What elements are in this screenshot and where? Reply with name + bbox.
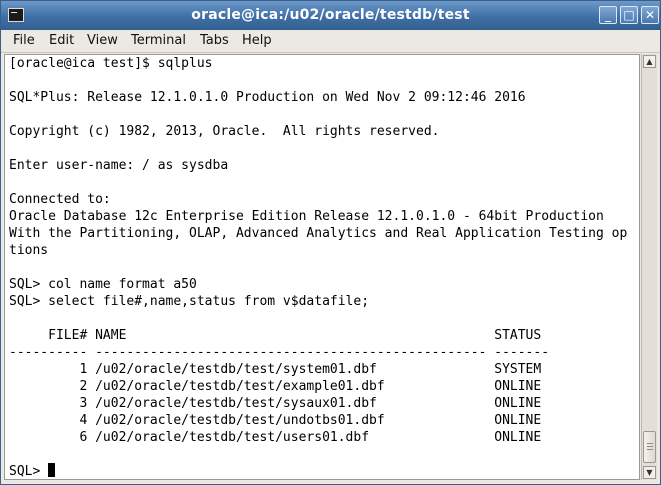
prompt-line[interactable]: SQL> [9, 463, 56, 479]
terminal-line: Connected to: [9, 192, 111, 207]
terminal-line: 4 /u02/oracle/testdb/test/undotbs01.dbf … [9, 413, 542, 428]
terminal-line: 3 /u02/oracle/testdb/test/sysaux01.dbf O… [9, 396, 542, 411]
terminal-line: SQL> select file#,name,status from v$dat… [9, 294, 370, 309]
terminal-line: [oracle@ica test]$ sqlplus [9, 56, 213, 71]
menu-file[interactable]: File [13, 33, 35, 48]
menu-edit[interactable]: Edit [49, 33, 74, 48]
terminal-line: 6 /u02/oracle/testdb/test/users01.dbf ON… [9, 430, 542, 445]
menu-bar: File Edit View Terminal Tabs Help [1, 30, 660, 53]
terminal-line: ---------- -----------------------------… [9, 345, 550, 360]
close-button[interactable]: ✕ [641, 6, 659, 24]
menu-terminal[interactable]: Terminal [131, 33, 186, 48]
terminal-line: FILE# NAME STATUS [9, 328, 542, 343]
sql-prompt: SQL> [9, 464, 49, 479]
scroll-up-arrow-icon[interactable]: ▲ [643, 55, 656, 68]
scroll-thumb[interactable] [643, 431, 656, 463]
text-cursor [48, 463, 56, 477]
terminal-line: Oracle Database 12c Enterprise Edition R… [9, 209, 604, 224]
grip-line [647, 443, 653, 444]
vertical-scrollbar[interactable]: ▲ ▼ [641, 54, 657, 480]
terminal-line: 1 /u02/oracle/testdb/test/system01.dbf S… [9, 362, 542, 377]
terminal-line: 2 /u02/oracle/testdb/test/example01.dbf … [9, 379, 542, 394]
terminal-output[interactable]: [oracle@ica test]$ sqlplus SQL*Plus: Rel… [4, 54, 640, 480]
terminal-line: tions [9, 243, 49, 258]
window-title: oracle@ica:/u02/oracle/testdb/test [191, 7, 470, 23]
menu-view[interactable]: View [87, 33, 118, 48]
terminal-line: With the Partitioning, OLAP, Advanced An… [9, 226, 628, 241]
maximize-button[interactable]: □ [620, 6, 638, 24]
minimize-button[interactable]: _ [599, 6, 617, 24]
terminal-line: Enter user-name: / as sysdba [9, 158, 229, 173]
terminal-line: SQL*Plus: Release 12.1.0.1.0 Production … [9, 90, 526, 105]
scroll-down-arrow-icon[interactable]: ▼ [643, 466, 656, 479]
grip-line [647, 446, 653, 447]
terminal-line: SQL> col name format a50 [9, 277, 197, 292]
menu-tabs[interactable]: Tabs [200, 33, 229, 48]
terminal-window: oracle@ica:/u02/oracle/testdb/test _ □ ✕… [0, 0, 661, 485]
terminal-line: Copyright (c) 1982, 2013, Oracle. All ri… [9, 124, 440, 139]
grip-line [647, 449, 653, 450]
menu-help[interactable]: Help [242, 33, 272, 48]
title-bar[interactable]: oracle@ica:/u02/oracle/testdb/test _ □ ✕ [1, 1, 660, 30]
